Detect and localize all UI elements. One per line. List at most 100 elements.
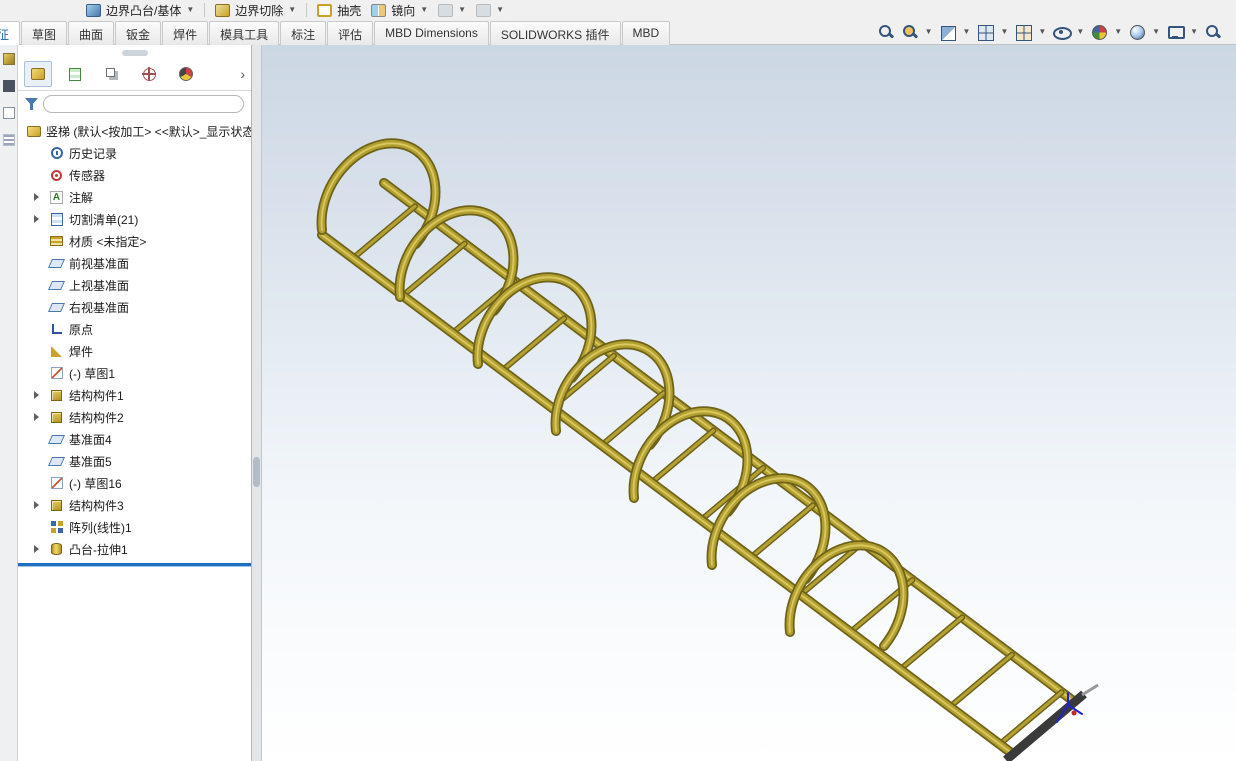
tab-曲面[interactable]: 曲面: [68, 21, 115, 45]
tree-item-sketch1[interactable]: (-) 草图1: [18, 362, 251, 384]
tab-mbd[interactable]: MBD: [621, 21, 671, 45]
toolbar-button-mirror[interactable]: 镜向 ▼: [371, 2, 428, 19]
tab-标注[interactable]: 标注: [280, 21, 327, 45]
graphics-viewport[interactable]: [262, 45, 1236, 761]
apply-scene-icon[interactable]: [1128, 23, 1146, 41]
tree-item-sketch16[interactable]: (-) 草图16: [18, 472, 251, 494]
dropdown-caret-icon[interactable]: ▼: [1076, 28, 1084, 36]
tree-item-root[interactable]: 竖梯 (默认<按加工> <<默认>_显示状态: [18, 120, 251, 142]
model-canvas[interactable]: [262, 45, 1236, 761]
tree-filter-input[interactable]: [43, 95, 244, 113]
display-style-icon[interactable]: [1014, 23, 1033, 41]
tree-item-origin[interactable]: 原点: [18, 318, 251, 340]
tree-item-structural-member3[interactable]: 结构构件3: [18, 494, 251, 516]
dimxpertmanager-tab[interactable]: [135, 61, 163, 87]
ladder-far-rail[interactable]: [379, 178, 1077, 705]
toolbar-button-stub2[interactable]: ▼: [476, 3, 504, 17]
tab-mbd-dimensions[interactable]: MBD Dimensions: [374, 21, 489, 45]
panel-splitter-handle[interactable]: [121, 50, 148, 56]
edge-tool-icon-2[interactable]: [2, 80, 15, 92]
edit-appearance-icon[interactable]: [1090, 23, 1108, 41]
structural-glyph: [51, 389, 62, 401]
tree-item-label: 切割清单(21): [69, 212, 139, 227]
tab-模具工具[interactable]: 模具工具: [209, 21, 280, 45]
ladder-near-rail[interactable]: [317, 230, 1015, 757]
tab-solidworks-插件[interactable]: SOLIDWORKS 插件: [489, 21, 621, 45]
safety-cage-hoops[interactable]: [316, 138, 909, 651]
rollback-bar[interactable]: [18, 563, 251, 566]
ladder-end-cap[interactable]: [1003, 683, 1099, 761]
displaymanager-tab[interactable]: [172, 61, 200, 87]
tree-item-history[interactable]: 历史记录: [18, 142, 251, 164]
propertymanager-tab[interactable]: [61, 61, 89, 87]
edge-tool-icon-4[interactable]: [2, 134, 15, 146]
hide-show-items-icon[interactable]: [1052, 23, 1073, 41]
dropdown-caret-icon[interactable]: ▼: [1038, 28, 1046, 36]
zoom-to-fit-icon[interactable]: [877, 23, 895, 41]
dropdown-caret-icon[interactable]: ▼: [496, 6, 504, 14]
tree-item-front-plane[interactable]: 前视基准面: [18, 252, 251, 274]
material-glyph: [50, 236, 63, 246]
tree-item-weldment[interactable]: 焊件: [18, 340, 251, 362]
tree-item-material[interactable]: 材质 <未指定>: [18, 230, 251, 252]
heads-up-view-toolbar: ▼ ▼ ▼ ▼ ▼ ▼ ▼ ▼: [877, 23, 1236, 45]
dropdown-caret-icon[interactable]: ▼: [458, 6, 466, 14]
zoom-to-area-icon[interactable]: [901, 23, 919, 41]
toolbar-button-shell[interactable]: 抽壳: [317, 2, 361, 19]
expand-arrow-icon[interactable]: [34, 501, 44, 509]
extrude-icon: [49, 542, 64, 557]
tree-item-annotations[interactable]: A 注解: [18, 186, 251, 208]
plane-glyph: [47, 456, 66, 466]
filter-funnel-icon: [25, 98, 38, 110]
tree-item-linear-pattern1[interactable]: 阵列(线性)1: [18, 516, 251, 538]
tree-item-plane5[interactable]: 基准面5: [18, 450, 251, 472]
tree-item-plane4[interactable]: 基准面4: [18, 428, 251, 450]
expand-arrow-icon[interactable]: [34, 413, 44, 421]
tab-评估[interactable]: 评估: [327, 21, 374, 45]
origin-point: [1071, 710, 1077, 716]
configurationmanager-tab[interactable]: [98, 61, 126, 87]
left-edge-strip: [0, 45, 18, 761]
tree-item-boss-extrude1[interactable]: 凸台-拉伸1: [18, 538, 251, 560]
dropdown-caret-icon[interactable]: ▼: [1114, 28, 1122, 36]
dropdown-caret-icon[interactable]: ▼: [1000, 28, 1008, 36]
toolbar-button-stub1[interactable]: ▼: [438, 3, 466, 17]
tree-item-structural-member1[interactable]: 结构构件1: [18, 384, 251, 406]
part-glyph: [26, 125, 41, 137]
dropdown-caret-icon[interactable]: ▼: [420, 6, 428, 14]
dropdown-caret-icon[interactable]: ▼: [1190, 28, 1198, 36]
panel-viewport-splitter[interactable]: [252, 45, 262, 761]
tree-item-top-plane[interactable]: 上视基准面: [18, 274, 251, 296]
dropdown-caret-icon[interactable]: ▼: [963, 28, 971, 36]
view-orientation-icon[interactable]: [976, 23, 995, 41]
tab-草图[interactable]: 草图: [21, 21, 68, 45]
expand-arrow-icon[interactable]: [34, 215, 44, 223]
tree-item-cut-list[interactable]: 切割清单(21): [18, 208, 251, 230]
ladder-rungs[interactable]: [349, 203, 1065, 748]
panel-expand-chevron-icon[interactable]: ›: [240, 66, 247, 82]
splitter-grip[interactable]: [253, 457, 260, 487]
tab-特征[interactable]: 特征: [0, 21, 21, 45]
dropdown-caret-icon[interactable]: ▼: [925, 28, 933, 36]
dropdown-caret-icon[interactable]: ▼: [1152, 28, 1160, 36]
edge-tool-icon-3[interactable]: [2, 107, 15, 119]
expand-arrow-icon[interactable]: [34, 193, 44, 201]
tab-钣金[interactable]: 钣金: [115, 21, 162, 45]
tab-焊件[interactable]: 焊件: [162, 21, 209, 45]
toolbar-button-boundary-cut[interactable]: 边界切除 ▼: [215, 2, 296, 19]
history-glyph: [50, 147, 63, 159]
dropdown-caret-icon[interactable]: ▼: [186, 6, 194, 14]
featuremanager-tab[interactable]: [24, 61, 52, 87]
featuremanager-icon: [31, 68, 45, 80]
dropdown-caret-icon[interactable]: ▼: [288, 6, 296, 14]
toolbar-button-boundary-boss[interactable]: 边界凸台/基体 ▼: [86, 2, 194, 19]
expand-arrow-icon[interactable]: [34, 545, 44, 553]
magnifier-icon[interactable]: [1204, 23, 1222, 41]
tree-item-right-plane[interactable]: 右视基准面: [18, 296, 251, 318]
expand-arrow-icon[interactable]: [34, 391, 44, 399]
tree-item-structural-member2[interactable]: 结构构件2: [18, 406, 251, 428]
section-view-icon[interactable]: [939, 23, 957, 41]
tree-item-sensors[interactable]: 传感器: [18, 164, 251, 186]
edge-tool-icon-1[interactable]: [2, 53, 15, 65]
view-settings-icon[interactable]: [1166, 23, 1186, 41]
